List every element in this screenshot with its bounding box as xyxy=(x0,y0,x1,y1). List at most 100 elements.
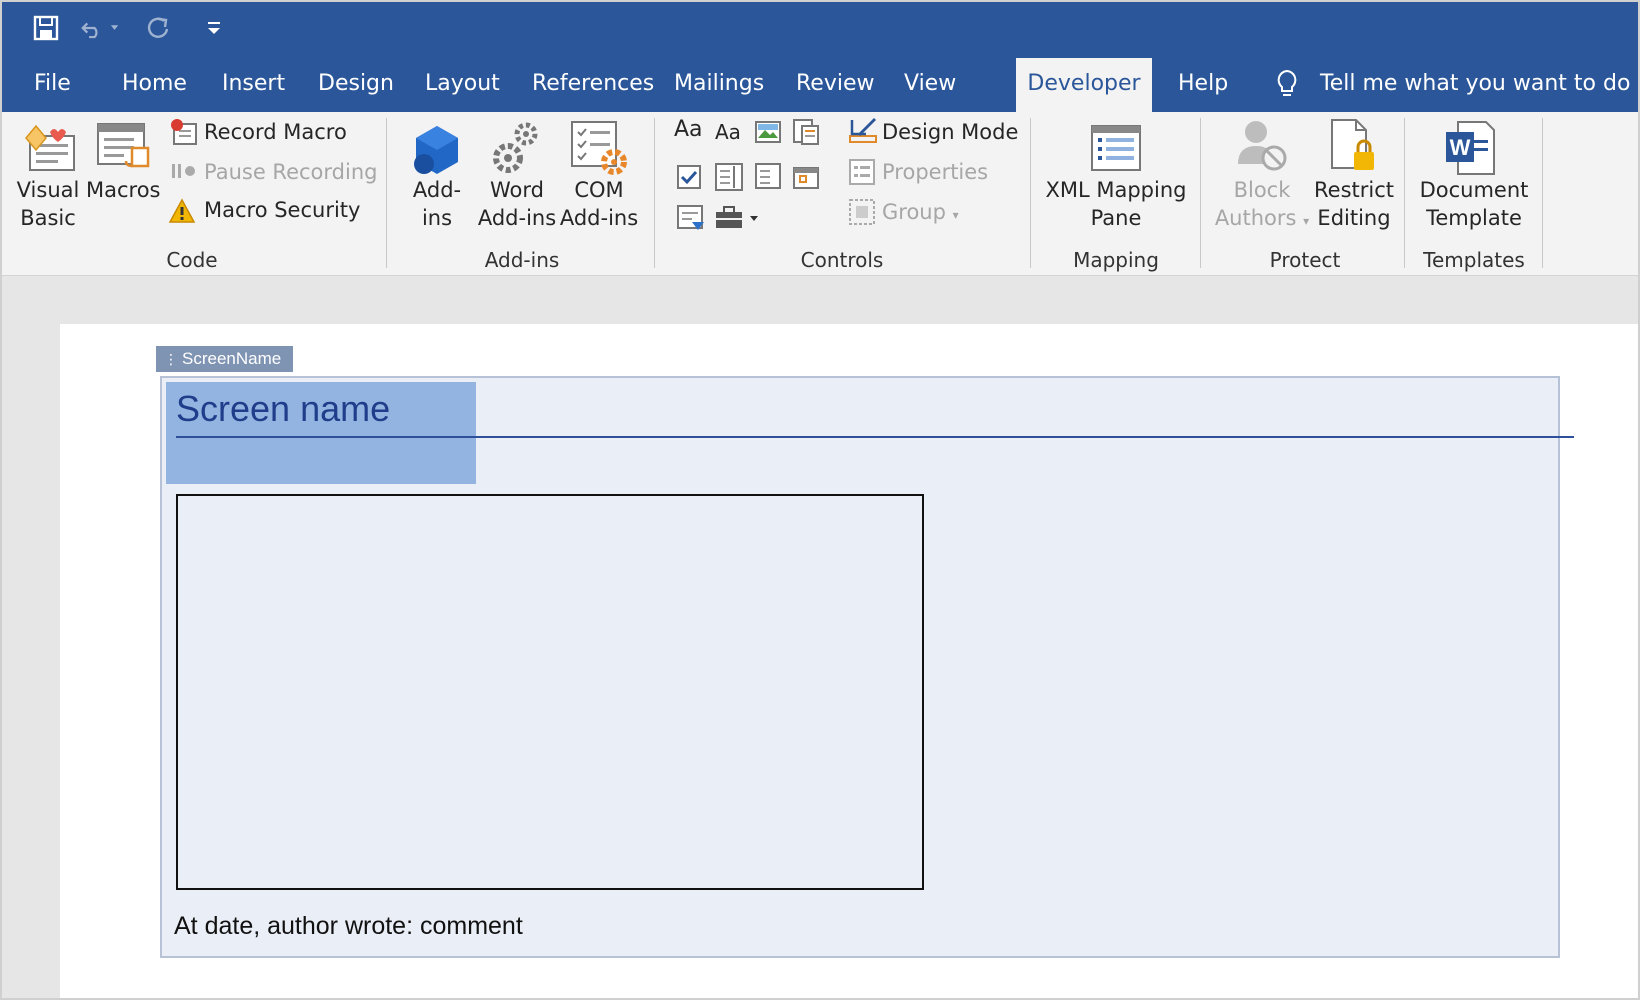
word-addins-gear-icon[interactable] xyxy=(490,120,542,181)
combo-box-icon[interactable] xyxy=(714,162,744,197)
picture-placeholder[interactable] xyxy=(176,494,924,890)
xml-mapping-pane-button[interactable]: XML Mapping Pane xyxy=(1042,176,1190,232)
visual-basic-label-2: Basic xyxy=(20,206,76,230)
visual-basic-icon[interactable] xyxy=(22,122,76,177)
macros-icon[interactable] xyxy=(96,120,154,179)
group-code-label: Code xyxy=(166,248,218,272)
redo-icon[interactable] xyxy=(138,10,178,46)
tell-me-search[interactable]: Tell me what you want to do xyxy=(1320,56,1630,112)
group-addins-label: Add-ins xyxy=(484,248,560,272)
chevron-down-icon: ▾ xyxy=(952,208,959,222)
word-addins-label-1: Word xyxy=(490,178,544,202)
group-templates-label: Templates xyxy=(1423,248,1525,272)
quick-access-toolbar xyxy=(2,2,1638,56)
dropdown-list-icon[interactable] xyxy=(754,162,782,195)
drag-handle-icon[interactable]: ⋮ xyxy=(164,351,178,367)
tab-file[interactable]: File xyxy=(30,56,75,112)
ribbon-tabs: File Home Insert Design Layout Reference… xyxy=(2,56,1638,112)
tab-developer[interactable]: Developer xyxy=(1016,58,1152,112)
addins-label-1: Add- xyxy=(412,178,462,202)
document-page[interactable]: ⋮ ScreenName Screen name At date, author … xyxy=(60,324,1638,998)
screen-name-heading[interactable]: Screen name xyxy=(176,388,390,430)
group-separator xyxy=(1404,118,1405,268)
xml-mapping-label-2: Pane xyxy=(1090,206,1142,230)
pause-recording-icon xyxy=(170,160,198,187)
svg-text:W: W xyxy=(1450,135,1471,160)
group-separator xyxy=(1030,118,1031,268)
warning-icon[interactable] xyxy=(168,198,196,229)
tab-review[interactable]: Review xyxy=(792,56,879,112)
tab-help[interactable]: Help xyxy=(1174,56,1232,112)
record-macro-icon[interactable] xyxy=(170,118,200,151)
save-icon[interactable] xyxy=(26,10,66,46)
picture-control-icon[interactable] xyxy=(754,120,782,149)
restrict-editing-icon[interactable] xyxy=(1328,118,1378,181)
record-macro-button[interactable]: Record Macro xyxy=(204,118,347,146)
word-template-icon[interactable]: W xyxy=(1444,120,1496,181)
repeating-section-icon[interactable] xyxy=(676,204,706,237)
rich-text-control-button[interactable]: Aa xyxy=(674,116,703,144)
tab-view[interactable]: View xyxy=(900,56,960,112)
addins-label-2: ins xyxy=(421,206,453,230)
ribbon-developer: Visual Basic Macros Record Macro Pause R… xyxy=(2,112,1638,276)
properties-icon xyxy=(848,158,876,191)
properties-button: Properties xyxy=(882,160,989,184)
word-addins-button[interactable]: Word Add-ins xyxy=(476,176,558,232)
macro-security-button[interactable]: Macro Security xyxy=(204,196,360,224)
com-addins-label-2: Add-ins xyxy=(559,206,639,230)
lightbulb-icon xyxy=(1274,69,1300,104)
tab-insert[interactable]: Insert xyxy=(218,56,289,112)
block-authors-label-2: Authors ▾ xyxy=(1214,204,1310,235)
xml-mapping-label-1: XML Mapping xyxy=(1045,178,1187,202)
xml-mapping-icon[interactable] xyxy=(1090,124,1142,177)
content-control-tag-label: ScreenName xyxy=(182,349,282,368)
design-mode-button[interactable]: Design Mode xyxy=(882,118,1018,146)
group-controls-label: Controls xyxy=(800,248,884,272)
group-separator xyxy=(654,118,655,268)
group-button: Group ▾ xyxy=(882,198,959,229)
document-template-label-2: Template xyxy=(1426,206,1522,230)
restrict-editing-label-1: Restrict xyxy=(1314,178,1394,202)
chevron-down-icon: ▾ xyxy=(1303,214,1310,228)
tab-references[interactable]: References xyxy=(528,56,658,112)
visual-basic-label-1: Visual xyxy=(16,178,80,202)
group-mapping-label: Mapping xyxy=(1073,248,1159,272)
document-template-button[interactable]: Document Template xyxy=(1414,176,1534,232)
building-block-icon[interactable] xyxy=(792,118,820,151)
heading-underline xyxy=(176,436,1574,438)
legacy-tools-icon[interactable] xyxy=(714,204,762,237)
tab-home[interactable]: Home xyxy=(118,56,191,112)
block-authors-label-2-text: Authors xyxy=(1214,206,1297,230)
visual-basic-button[interactable]: Visual Basic xyxy=(16,176,80,232)
block-authors-button: Block Authors ▾ xyxy=(1214,176,1310,235)
store-addins-icon[interactable] xyxy=(412,124,462,181)
group-protect-label: Protect xyxy=(1269,248,1341,272)
tab-design[interactable]: Design xyxy=(314,56,398,112)
design-mode-icon[interactable] xyxy=(848,116,878,151)
word-addins-label-2: Add-ins xyxy=(477,206,557,230)
tab-layout[interactable]: Layout xyxy=(421,56,504,112)
word-window: File Home Insert Design Layout Reference… xyxy=(0,0,1640,1000)
customize-toolbar-icon[interactable] xyxy=(194,10,234,46)
plain-text-control-button[interactable]: Aa xyxy=(715,118,741,146)
com-addins-icon[interactable] xyxy=(570,120,630,183)
document-template-label-1: Document xyxy=(1419,178,1529,202)
macros-button[interactable]: Macros xyxy=(86,176,161,204)
checkbox-control-icon[interactable] xyxy=(676,164,702,195)
com-addins-button[interactable]: COM Add-ins xyxy=(558,176,640,232)
undo-icon[interactable] xyxy=(80,10,120,46)
date-picker-icon[interactable] xyxy=(792,162,820,195)
addins-button[interactable]: Add- ins xyxy=(402,176,472,232)
content-control[interactable]: Screen name At date, author wrote: comme… xyxy=(160,376,1574,958)
group-separator xyxy=(1200,118,1201,268)
block-authors-label-1: Block xyxy=(1233,178,1291,202)
restrict-editing-label-2: Editing xyxy=(1317,206,1391,230)
tab-mailings[interactable]: Mailings xyxy=(670,56,768,112)
comment-text[interactable]: At date, author wrote: comment xyxy=(174,912,523,941)
content-control-tag[interactable]: ⋮ ScreenName xyxy=(156,346,294,372)
com-addins-label-1: COM xyxy=(574,178,624,202)
group-controls-icon xyxy=(848,198,876,231)
group-separator xyxy=(1542,118,1543,268)
pause-recording-button: Pause Recording xyxy=(204,160,378,184)
restrict-editing-button[interactable]: Restrict Editing xyxy=(1312,176,1396,232)
